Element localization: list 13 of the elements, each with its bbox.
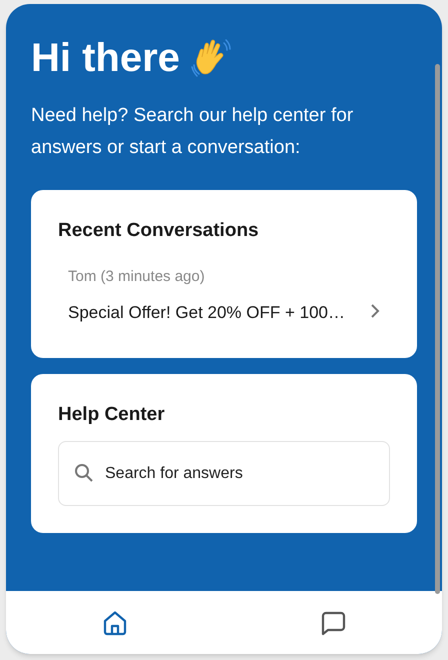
conversation-preview: Special Offer! Get 20% OFF + 100…	[68, 302, 346, 324]
greeting-title: Hi there	[31, 35, 180, 82]
card-title: Help Center	[58, 402, 166, 426]
greeting-subtitle: Need help? Search our help center for answers or start a conversation:	[31, 104, 354, 160]
waving-hand-icon	[190, 37, 232, 79]
scrollbar[interactable]	[435, 64, 440, 594]
home-icon	[101, 608, 129, 636]
search-field[interactable]: Search for answers	[58, 441, 390, 506]
conversation-sender: Tom (3 minutes ago)	[68, 266, 206, 286]
chevron-right-icon	[370, 302, 380, 318]
search-icon	[74, 463, 94, 483]
conversation-item[interactable]: Tom (3 minutes ago) Special Offer! Get 20% OFF + 100…	[58, 266, 390, 326]
card-title: Recent Conversations	[58, 219, 260, 243]
